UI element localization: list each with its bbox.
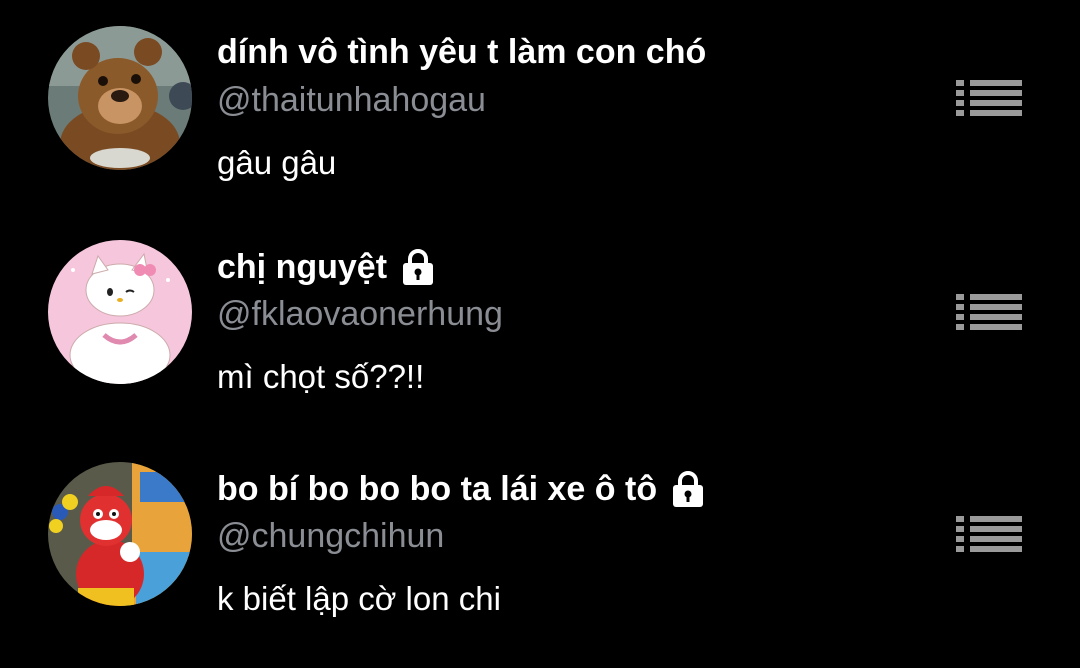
cartoon-bear-avatar <box>48 26 192 170</box>
avatar[interactable] <box>48 240 192 384</box>
display-name-text: dính vô tình yêu t làm con chó <box>217 33 707 71</box>
username-handle[interactable]: @fklaovaonerhung <box>217 294 503 334</box>
bio-text: gâu gâu <box>217 144 337 181</box>
display-name-text: bo bí bo bo bo ta lái xe ô tô <box>217 470 658 508</box>
avatar[interactable] <box>48 26 192 170</box>
list-menu-icon <box>956 80 1022 116</box>
avatar[interactable] <box>48 462 192 606</box>
account-row[interactable]: chị nguyệt @fklaovaonerhung mì chọt số??… <box>0 214 1080 414</box>
bio-text: k biết lập cờ lon chi <box>217 580 501 617</box>
account-row[interactable]: dính vô tình yêu t làm con chó @thaitunh… <box>0 0 1080 200</box>
username-handle[interactable]: @chungchihun <box>217 516 444 556</box>
display-name-text: chị nguyệt <box>217 248 388 286</box>
list-menu-icon <box>956 294 1022 330</box>
lock-icon <box>667 468 709 510</box>
display-name[interactable]: chị nguyệt <box>217 246 439 288</box>
list-menu-button[interactable] <box>956 514 1022 554</box>
list-menu-button[interactable] <box>956 78 1022 118</box>
username-handle[interactable]: @thaitunhahogau <box>217 80 486 120</box>
account-row[interactable]: bo bí bo bo bo ta lái xe ô tô @chungchih… <box>0 436 1080 636</box>
list-menu-button[interactable] <box>956 292 1022 332</box>
bio-text: mì chọt số??!! <box>217 358 425 395</box>
mascot-avatar <box>48 462 192 606</box>
display-name[interactable]: bo bí bo bo bo ta lái xe ô tô <box>217 468 709 510</box>
pink-cat-avatar <box>48 240 192 384</box>
list-menu-icon <box>956 516 1022 552</box>
account-list: dính vô tình yêu t làm con chó @thaitunh… <box>0 0 1080 668</box>
lock-icon <box>397 246 439 288</box>
display-name[interactable]: dính vô tình yêu t làm con chó <box>217 32 706 72</box>
